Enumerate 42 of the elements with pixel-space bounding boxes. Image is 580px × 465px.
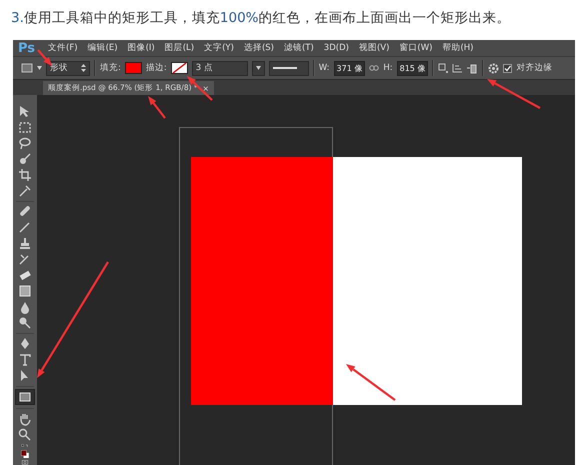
settings-icon[interactable]: [488, 62, 500, 74]
no-color-swatch[interactable]: [170, 62, 188, 74]
instruction-text: 3.使用工具箱中的矩形工具，填充100%的红色，在画布上面画出一个矩形出来。: [11, 9, 512, 27]
caret-icon: [256, 66, 261, 70]
link-icon: [369, 65, 380, 71]
align-edges-label: 对齐边缘: [516, 62, 552, 74]
caret-button[interactable]: [252, 60, 265, 76]
menu-item[interactable]: 文件(F): [43, 42, 83, 54]
arrow-annotation: [148, 96, 166, 119]
updown-icon: [81, 64, 86, 72]
stroke-label: 描边:: [146, 62, 167, 74]
menu-item[interactable]: 视图(V): [354, 42, 394, 54]
menu-item[interactable]: 滤镜(T): [278, 42, 319, 54]
app-logo: Ps: [17, 40, 36, 56]
arrow-annotation: [346, 364, 396, 401]
arrow-annotation: [37, 49, 52, 66]
stroke-width-dropdown[interactable]: 3 点: [192, 60, 248, 76]
fill-swatch[interactable]: [124, 62, 142, 74]
menu-item[interactable]: 选择(S): [238, 42, 279, 54]
line-style-dropdown[interactable]: [268, 60, 309, 76]
mode-dropdown[interactable]: 形状: [46, 60, 90, 76]
path-arrangement-icon[interactable]: [467, 62, 478, 74]
align-edges-checkbox[interactable]: [503, 64, 512, 72]
width-label: W:: [318, 63, 330, 73]
height-field[interactable]: 815 像: [396, 60, 428, 76]
arrow-annotation: [487, 79, 541, 109]
path-operations-icon[interactable]: [438, 63, 448, 73]
rectangle-tool-icon[interactable]: [15, 389, 35, 406]
crop-tool-icon[interactable]: [16, 168, 34, 182]
menu-item[interactable]: 帮助(H): [437, 42, 478, 54]
menu-item[interactable]: 3D(D): [318, 43, 354, 53]
height-label: H:: [383, 63, 393, 73]
menu-item[interactable]: 窗口(W): [394, 42, 438, 54]
menu-item[interactable]: 图像(I): [122, 42, 160, 54]
menu-item[interactable]: 编辑(E): [82, 42, 123, 54]
path-alignment-icon[interactable]: [452, 63, 464, 73]
line-icon: [272, 67, 297, 69]
menu-item[interactable]: 图层(L): [160, 42, 200, 54]
caret-icon[interactable]: [37, 66, 42, 70]
fill-label: 填充:: [100, 62, 121, 74]
width-field[interactable]: 371 像: [334, 60, 366, 76]
menu-item[interactable]: 文字(Y): [199, 42, 239, 54]
